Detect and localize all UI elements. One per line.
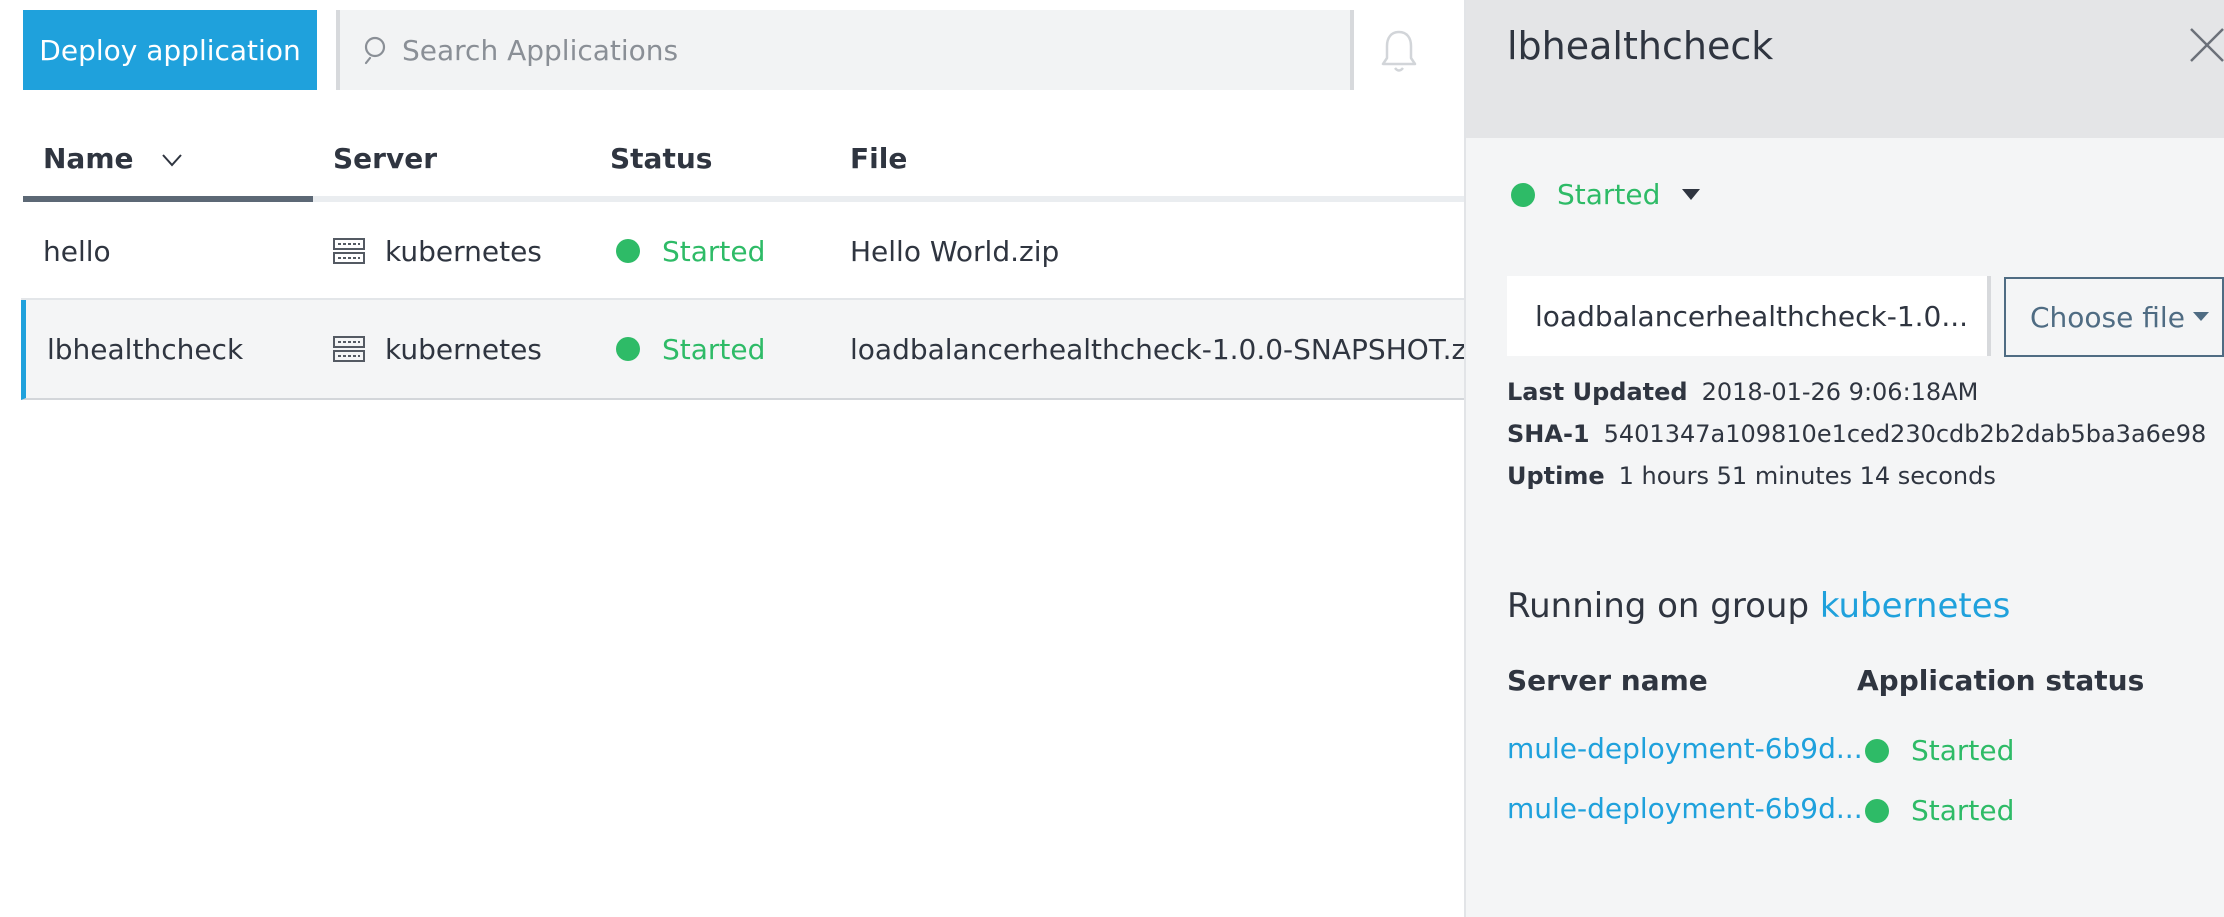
- column-header-server[interactable]: Server: [333, 142, 437, 175]
- column-header-status[interactable]: Status: [610, 142, 712, 175]
- app-status: Started: [616, 300, 765, 398]
- table-row-selected[interactable]: lbhealthcheck kubernetes Started loadbal…: [21, 300, 1492, 400]
- file-name-field[interactable]: loadbalancerhealthcheck-1.0...: [1507, 276, 1987, 356]
- servers-header-name: Server name: [1507, 664, 1708, 697]
- table-header: Name Server Status File: [23, 130, 1464, 202]
- server-icon: [333, 336, 365, 362]
- server-row: mule-deployment-6b9d... Started: [1507, 732, 2207, 772]
- app-server: kubernetes: [333, 300, 542, 398]
- table-row[interactable]: hello kubernetes Started Hello World.zip: [21, 202, 1464, 300]
- server-link[interactable]: mule-deployment-6b9d...: [1507, 732, 1863, 765]
- server-status: Started: [1865, 734, 2014, 767]
- status-dot: [1511, 182, 1535, 207]
- app-file: loadbalancerhealthcheck-1.0.0-SNAPSHOT.z…: [850, 332, 1492, 366]
- application-details-panel: lbhealthcheck Started loadbalancerhealth…: [1464, 0, 2224, 917]
- column-header-name[interactable]: Name: [43, 142, 183, 175]
- column-header-file[interactable]: File: [850, 142, 907, 175]
- caret-down-icon: [1682, 188, 1701, 200]
- uptime: Uptime 1 hours 51 minutes 14 seconds: [1507, 462, 1996, 490]
- status-dot: [1865, 798, 1889, 823]
- last-updated: Last Updated 2018-01-26 9:06:18AM: [1507, 378, 1979, 406]
- status-dot: [616, 239, 640, 263]
- deploy-application-button[interactable]: Deploy application: [23, 10, 317, 90]
- server-status: Started: [1865, 794, 2014, 827]
- bell-icon[interactable]: [1378, 28, 1420, 74]
- app-name: hello: [43, 234, 111, 268]
- app-name: lbhealthcheck: [47, 332, 244, 366]
- field-divider: [1987, 276, 1991, 356]
- caret-down-icon: [2192, 312, 2209, 321]
- server-row: mule-deployment-6b9d... Started: [1507, 792, 2207, 832]
- panel-header: lbhealthcheck: [1466, 0, 2224, 138]
- status-dropdown[interactable]: Started: [1511, 178, 1701, 211]
- servers-header-status: Application status: [1857, 664, 2145, 697]
- app-server: kubernetes: [333, 202, 542, 300]
- app-status: Started: [616, 202, 765, 300]
- choose-file-button[interactable]: Choose file: [2004, 277, 2224, 357]
- search-icon: [364, 36, 386, 65]
- group-link[interactable]: kubernetes: [1820, 586, 2011, 626]
- status-dot: [616, 337, 640, 361]
- sha1: SHA-1 5401347a109810e1ced230cdb2b2dab5ba3…: [1507, 420, 2207, 448]
- search-box[interactable]: [336, 10, 1354, 90]
- applications-list-view: Deploy application Name Server Status Fi…: [0, 0, 1492, 917]
- server-icon: [333, 238, 365, 264]
- server-link[interactable]: mule-deployment-6b9d...: [1507, 792, 1863, 825]
- panel-title: lbhealthcheck: [1507, 24, 1774, 68]
- search-input[interactable]: [400, 32, 1300, 68]
- running-on-group: Running on group kubernetes: [1507, 586, 2011, 626]
- close-icon[interactable]: [2188, 26, 2224, 64]
- app-file: Hello World.zip: [850, 234, 1060, 268]
- chevron-down-icon: [162, 154, 182, 167]
- status-dot: [1865, 738, 1889, 763]
